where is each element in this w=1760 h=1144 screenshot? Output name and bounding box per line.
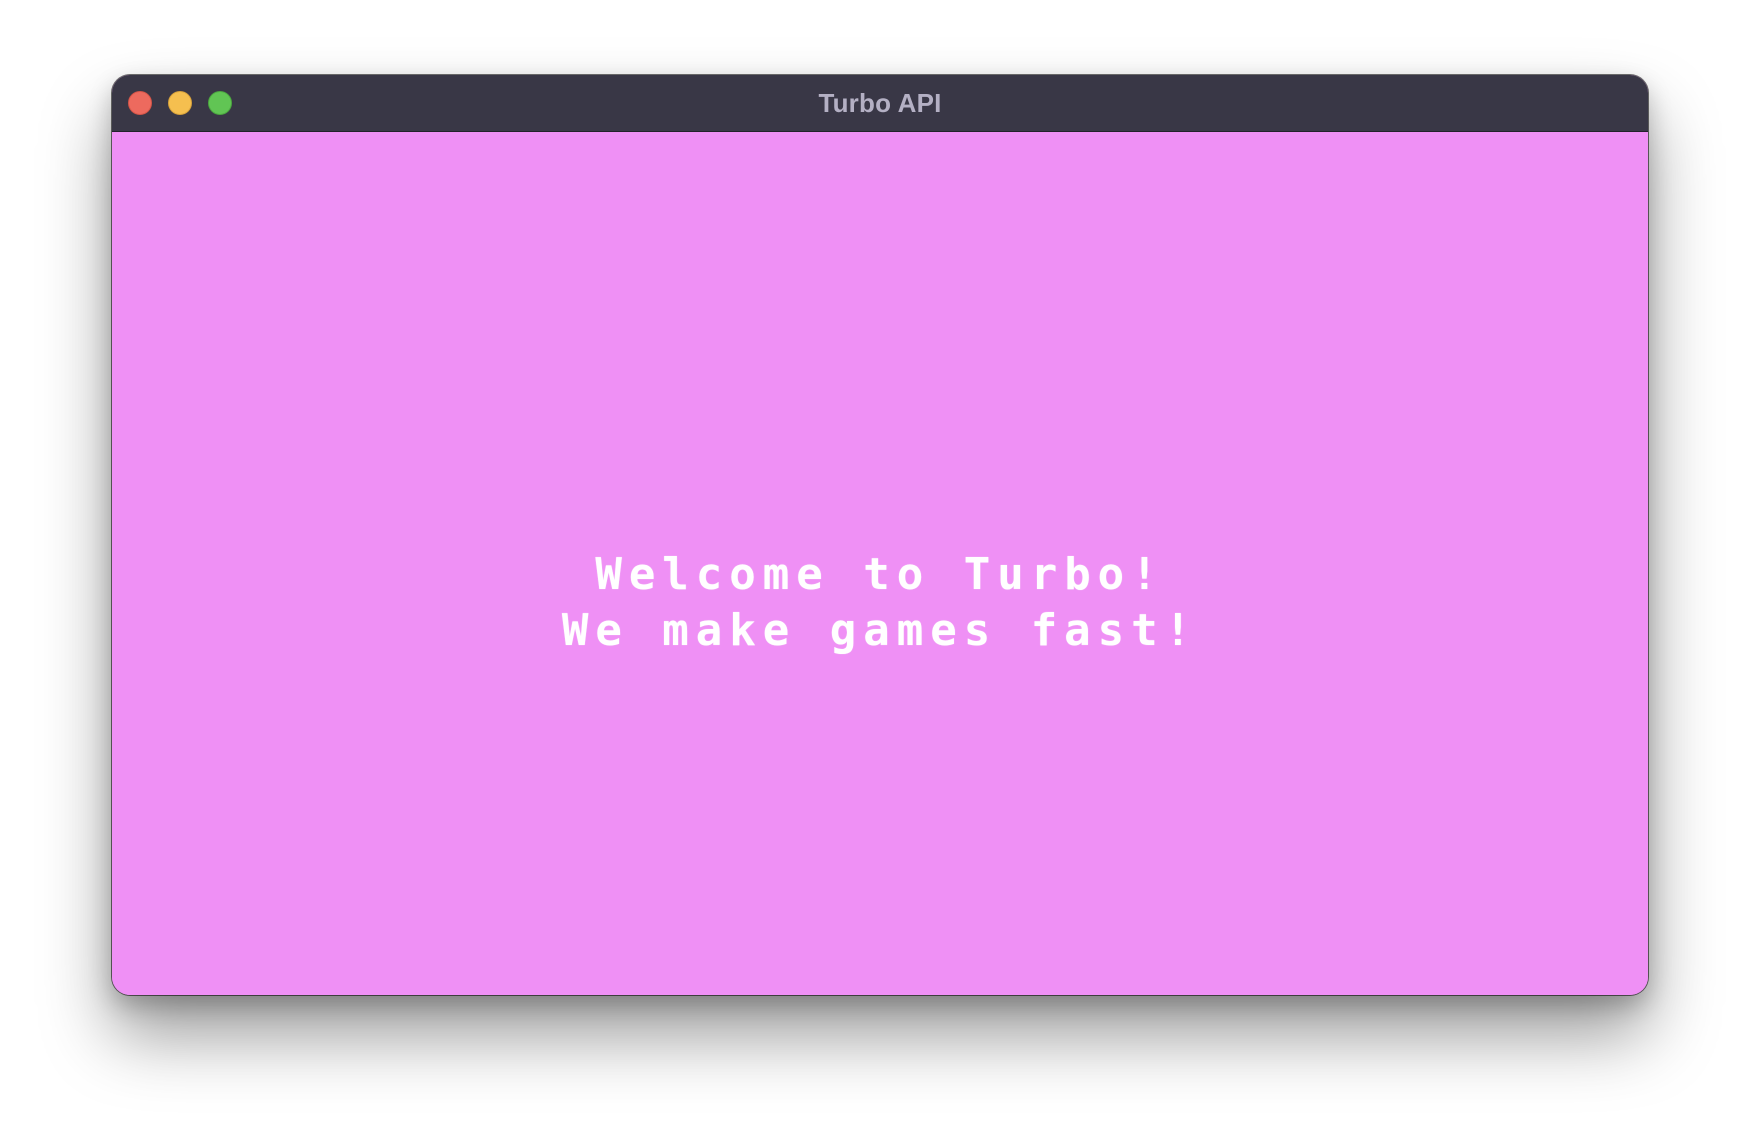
welcome-line: Welcome to Turbo! [595, 549, 1165, 600]
window-titlebar[interactable]: Turbo API [112, 75, 1648, 132]
game-canvas[interactable]: Welcome to Turbo! We make games fast! [112, 132, 1648, 995]
welcome-message: Welcome to Turbo! We make games fast! [112, 547, 1648, 659]
window-title: Turbo API [818, 88, 942, 118]
app-window: Turbo API Welcome to Turbo! We make game… [112, 75, 1648, 995]
tagline-line: We make games fast! [561, 605, 1199, 656]
desktop-background: Turbo API Welcome to Turbo! We make game… [0, 0, 1760, 1144]
